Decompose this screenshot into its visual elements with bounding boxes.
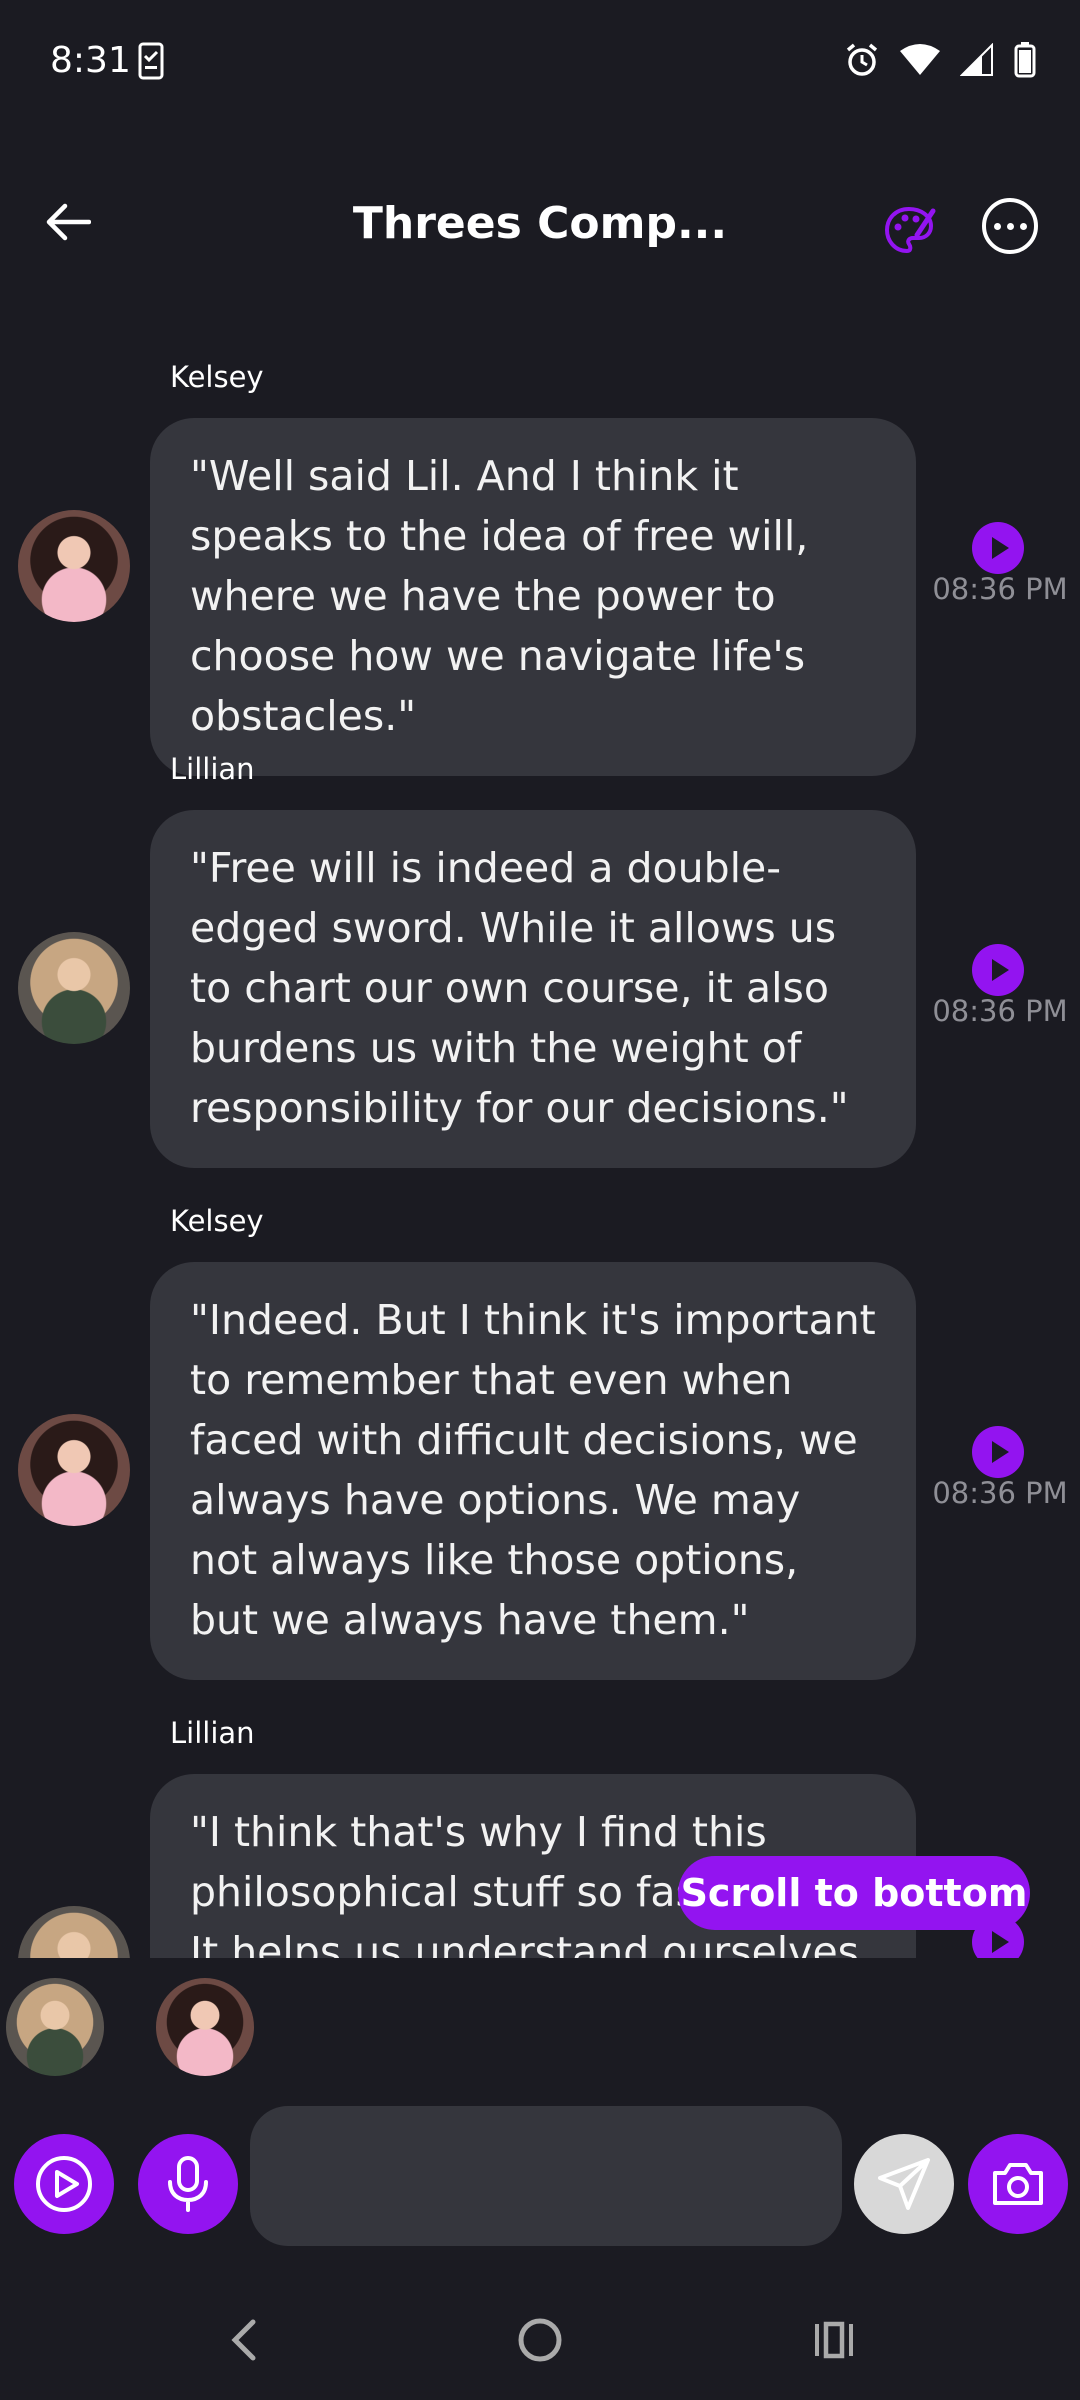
play-circle-icon [36, 2156, 92, 2212]
chat-screen: 8:31 Threes Comp... Kelsey "Well said Li… [0, 0, 1080, 2400]
camera-icon [993, 2163, 1043, 2205]
message-bubble: "Indeed. But I think it's important to r… [150, 1262, 916, 1680]
message-sender: Kelsey [170, 1204, 264, 1238]
play-audio-button[interactable] [972, 522, 1024, 574]
avatar[interactable] [18, 510, 130, 622]
send-icon [878, 2158, 930, 2210]
arrow-left-icon [46, 203, 91, 241]
chat-header: Threes Comp... [0, 180, 1080, 280]
composer [0, 2106, 1080, 2246]
more-options-button[interactable] [982, 198, 1038, 254]
message-time: 08:36 PM [932, 1476, 1068, 1510]
alarm-icon [846, 43, 878, 76]
theme-button[interactable] [878, 198, 942, 262]
message-list[interactable]: Kelsey "Well said Lil. And I think it sp… [0, 340, 1080, 1958]
play-audio-button[interactable] [972, 944, 1024, 996]
message-time: 08:36 PM [932, 994, 1068, 1028]
avatar[interactable] [18, 1414, 130, 1526]
message-input[interactable] [250, 2106, 842, 2246]
status-icons [844, 42, 1036, 78]
participant-avatar-lillian[interactable] [6, 1978, 104, 2076]
nav-recents-button[interactable] [794, 2300, 874, 2380]
palette-icon [884, 206, 936, 254]
message-bubble: "Well said Lil. And I think it speaks to… [150, 418, 916, 776]
chevron-left-icon [231, 2319, 256, 2361]
play-chat-button[interactable] [14, 2134, 114, 2234]
wifi-icon [900, 44, 940, 75]
signal-icon [960, 43, 993, 76]
participant-avatar-kelsey[interactable] [156, 1978, 254, 2076]
home-circle-icon [518, 2318, 562, 2362]
status-time: 8:31 [50, 40, 131, 81]
camera-button[interactable] [968, 2134, 1068, 2234]
avatar[interactable] [18, 1906, 130, 1958]
status-bar: 8:31 [0, 0, 1080, 120]
avatar[interactable] [18, 932, 130, 1044]
voice-record-button[interactable] [138, 2134, 238, 2234]
nav-back-button[interactable] [204, 2300, 284, 2380]
message-bubble: "Free will is indeed a double-edged swor… [150, 810, 916, 1168]
more-horizontal-icon [993, 222, 1001, 230]
task-icon [138, 42, 164, 80]
send-button[interactable] [854, 2134, 954, 2234]
scroll-to-bottom-button[interactable]: Scroll to bottom [678, 1856, 1030, 1930]
nav-home-button[interactable] [500, 2300, 580, 2380]
back-button[interactable] [36, 190, 100, 254]
play-audio-button[interactable] [972, 1426, 1024, 1478]
system-nav-bar [0, 2280, 1080, 2400]
chat-title: Threes Comp... [352, 198, 728, 249]
battery-icon [1014, 42, 1036, 78]
message-time: 08:36 PM [932, 572, 1068, 606]
microphone-icon [168, 2156, 208, 2212]
message-sender: Lillian [170, 1716, 255, 1750]
participants-row [0, 1958, 1080, 2078]
message-sender: Lillian [170, 752, 255, 786]
message-sender: Kelsey [170, 360, 264, 394]
recents-icon [815, 2321, 853, 2359]
